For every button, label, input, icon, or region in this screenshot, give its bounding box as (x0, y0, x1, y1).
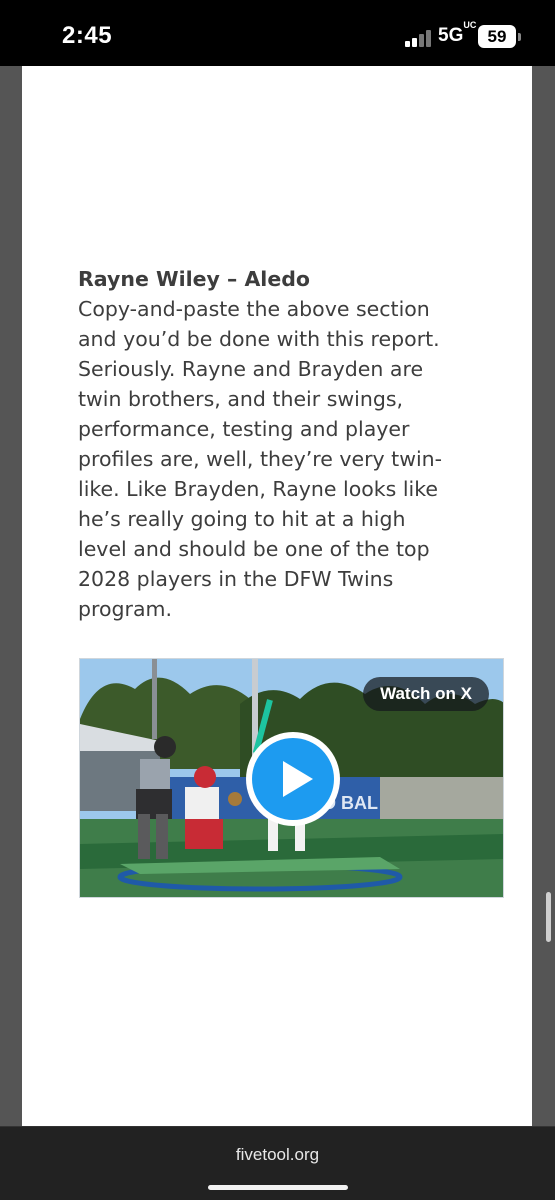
url-text[interactable]: fivetool.org (0, 1145, 555, 1165)
battery-icon: 59 (478, 25, 516, 48)
article-text: Rayne Wiley – Aledo Copy-and-paste the a… (78, 264, 458, 624)
section-paragraph: Copy-and-paste the above section and you… (78, 297, 443, 621)
browser-url-bar[interactable]: fivetool.org (0, 1126, 555, 1200)
signal-icon (405, 29, 435, 47)
battery-tip (518, 33, 521, 41)
battery-level: 59 (487, 27, 507, 46)
status-time: 2:45 (62, 22, 113, 49)
network-indicator: 5GUC (438, 19, 477, 46)
watch-on-x-button[interactable]: Watch on X (363, 677, 489, 711)
video-embed[interactable]: ROO BAL Watch on X (79, 658, 504, 898)
play-icon (252, 738, 334, 820)
section-heading: Rayne Wiley – Aledo (78, 267, 310, 291)
article-body: Rayne Wiley – Aledo Copy-and-paste the a… (22, 66, 532, 1126)
home-indicator[interactable] (208, 1185, 348, 1190)
status-bar: 2:45 5GUC 59 (0, 0, 555, 66)
play-button[interactable] (246, 732, 340, 826)
scrollbar-thumb[interactable] (546, 892, 551, 942)
